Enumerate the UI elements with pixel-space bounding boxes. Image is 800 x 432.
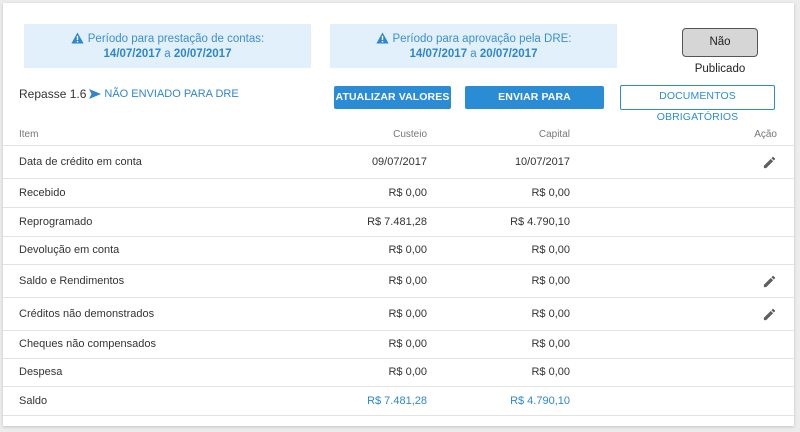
row-capital-value: R$ 0,00 [531,244,570,256]
row-custeio-value: R$ 0,00 [388,244,427,256]
table-row: Cheques não compensados R$ 0,00 R$ 0,00 [3,331,794,359]
repasse-label: Repasse 1.6 [19,87,87,101]
values-table: Item Custeio Capital Ação Data de crédit… [3,124,794,416]
table-header: Item Custeio Capital Ação [3,124,794,146]
row-custeio-value: 09/07/2017 [371,156,427,168]
repasse-info: Repasse 1.6 NÃO ENVIADO PARA DRE [19,87,239,101]
row-custeio-value: R$ 0,00 [388,308,427,320]
header-acao: Ação [754,129,777,140]
banner-start-date: 14/07/2017 [409,48,468,60]
table-row: Reprogramado R$ 7.481,28 R$ 4.790,10 [3,208,794,237]
warning-icon [71,32,84,44]
pencil-icon[interactable] [762,274,777,292]
row-capital-value: R$ 0,00 [531,366,570,378]
status-badge: Não Publicado [682,28,758,75]
table-row: Saldo R$ 7.481,28 R$ 4.790,10 [3,387,794,416]
row-item-label: Créditos não demonstrados [19,308,155,320]
banner-start-date: 14/07/2017 [103,48,162,60]
banner-label: Período para prestação de contas: [87,33,265,45]
row-item-label: Saldo [19,395,48,407]
banner-aprovacao: Período para aprovação pela DRE: 14/07/2… [330,24,617,68]
row-item-label: Data de crédito em conta [19,156,142,168]
pencil-icon[interactable] [762,307,777,325]
header-item: Item [19,129,39,140]
banner-prestacao: Período para prestação de contas: 14/07/… [24,24,311,68]
header-capital: Capital [538,129,570,140]
banner-connector: a [470,48,477,60]
row-item-label: Recebido [19,187,66,199]
banner-connector: a [164,48,171,60]
table-row: Créditos não demonstrados R$ 0,00 R$ 0,00 [3,298,794,331]
row-item-label: Devolução em conta [19,244,120,256]
banner-end-date: 20/07/2017 [479,48,538,60]
update-values-button[interactable]: ATUALIZAR VALORES [334,86,451,109]
table-row: Devolução em conta R$ 0,00 R$ 0,00 [3,237,794,265]
row-capital-value: R$ 0,00 [531,187,570,199]
row-capital-value: R$ 4.790,10 [510,395,570,407]
row-custeio-value: R$ 0,00 [388,338,427,350]
table-row: Data de crédito em conta 09/07/2017 10/07/… [3,146,794,179]
warning-icon [375,32,389,44]
row-item-label: Despesa [19,366,63,378]
row-capital-value: R$ 0,00 [531,275,570,287]
send-for-approval-button[interactable]: ENVIAR PARA APROVAÇÃO [465,86,604,126]
row-custeio-value: R$ 0,00 [388,275,427,287]
row-capital-value: R$ 0,00 [531,338,570,350]
row-item-label: Saldo e Rendimentos [19,275,125,287]
pencil-icon[interactable] [762,155,777,173]
table-row: Despesa R$ 0,00 R$ 0,00 [3,359,794,387]
required-documents-button[interactable]: DOCUMENTOS OBRIGATÓRIOS [620,85,775,123]
send-arrow-icon [89,89,102,99]
row-custeio-value: R$ 0,00 [388,366,427,378]
banner-label: Período para aprovação pela DRE: [392,33,572,45]
repasse-status: NÃO ENVIADO PARA DRE [104,88,239,100]
banner-end-date: 20/07/2017 [173,48,232,60]
row-custeio-value: R$ 7.481,28 [367,216,427,228]
header-custeio: Custeio [393,129,427,140]
row-item-label: Cheques não compensados [19,338,156,350]
row-item-label: Reprogramado [19,216,93,228]
row-custeio-value: R$ 7.481,28 [367,395,427,407]
row-capital-value: R$ 0,00 [531,308,570,320]
table-row: Saldo e Rendimentos R$ 0,00 R$ 0,00 [3,265,794,298]
table-row: Recebido R$ 0,00 R$ 0,00 [3,179,794,208]
main-card: Período para prestação de contas: 14/07/… [3,3,794,426]
row-capital-value: 10/07/2017 [514,156,570,168]
row-capital-value: R$ 4.790,10 [510,216,570,228]
row-custeio-value: R$ 0,00 [388,187,427,199]
